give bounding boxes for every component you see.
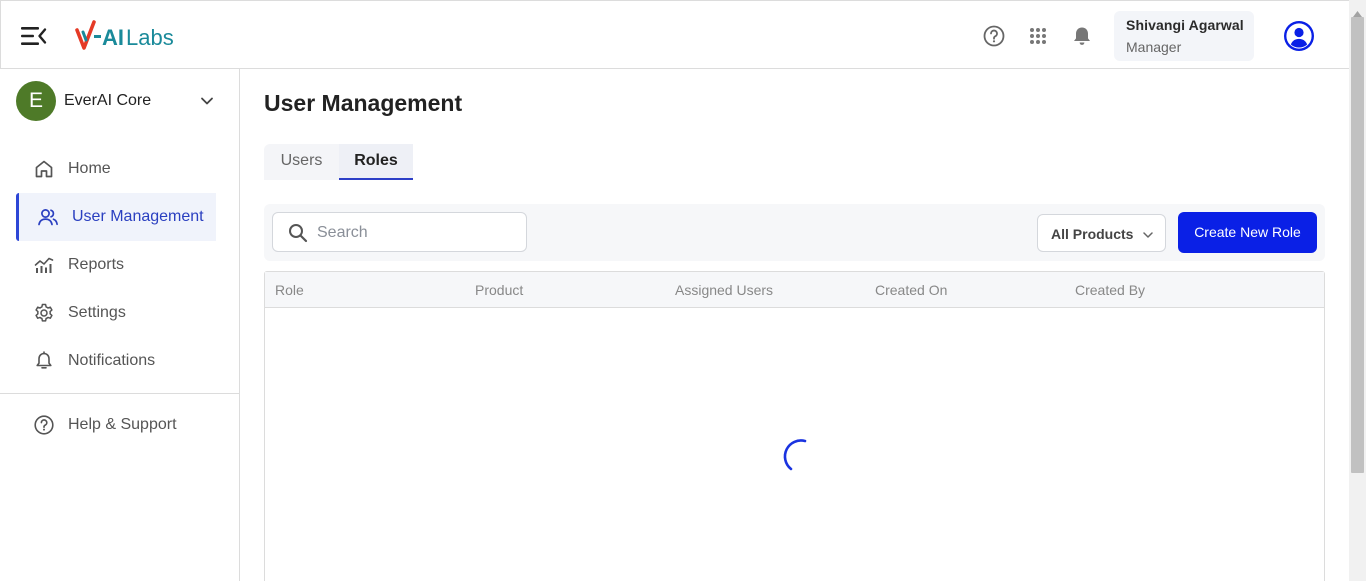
sidebar-item-settings[interactable]: Settings: [16, 289, 216, 337]
tab-roles[interactable]: Roles: [339, 144, 413, 180]
help-icon[interactable]: [981, 23, 1007, 49]
scrollbar-thumb[interactable]: [1351, 17, 1364, 473]
chevron-down-icon: [1142, 228, 1154, 240]
bell-icon: [33, 350, 55, 372]
table-toolbar: All Products Create New Role: [264, 204, 1325, 261]
table-header: Role Product Assigned Users Created On C…: [265, 272, 1324, 308]
search-icon: [288, 223, 308, 243]
sidebar-nav: Home User Management Reports Settings No…: [16, 145, 216, 385]
column-header-created-by[interactable]: Created By: [1075, 282, 1145, 298]
sidebar-item-help-support[interactable]: Help & Support: [16, 401, 216, 449]
app-root: AI Labs Shivangi Agarwal Manager E EverA…: [0, 0, 1366, 581]
column-header-assigned-users[interactable]: Assigned Users: [675, 282, 773, 298]
scroll-up-arrow-icon[interactable]: [1353, 4, 1362, 17]
user-role: Manager: [1126, 39, 1182, 55]
sidebar-item-label: Help & Support: [68, 416, 177, 433]
user-menu[interactable]: Shivangi Agarwal Manager: [1114, 11, 1254, 61]
sidebar-item-label: Home: [68, 160, 111, 177]
org-avatar: E: [16, 81, 56, 121]
help-icon: [33, 414, 55, 436]
create-new-role-button[interactable]: Create New Role: [1178, 212, 1317, 253]
sidebar-item-label: Reports: [68, 256, 125, 273]
org-name: EverAI Core: [64, 92, 152, 109]
page-title: User Management: [264, 90, 463, 116]
column-header-product[interactable]: Product: [475, 282, 523, 298]
sidebar-item-home[interactable]: Home: [16, 145, 216, 193]
reports-icon: [33, 254, 55, 276]
chevron-down-icon: [199, 93, 215, 109]
product-filter-dropdown[interactable]: All Products: [1037, 214, 1166, 252]
roles-table: Role Product Assigned Users Created On C…: [264, 271, 1325, 581]
column-header-created-on[interactable]: Created On: [875, 282, 947, 298]
home-icon: [33, 158, 55, 180]
sidebar-divider: [0, 393, 239, 394]
gear-icon: [33, 302, 55, 324]
menu-collapse-icon[interactable]: [21, 25, 47, 47]
sidebar-item-user-management[interactable]: User Management: [16, 193, 216, 241]
svg-text:AI: AI: [102, 25, 124, 50]
sidebar-item-label: Settings: [68, 304, 126, 321]
user-avatar-icon[interactable]: [1283, 20, 1315, 52]
sidebar-item-label: User Management: [72, 208, 204, 225]
users-icon: [37, 206, 59, 228]
product-filter-label: All Products: [1051, 226, 1134, 242]
tab-users[interactable]: Users: [264, 144, 339, 180]
top-bar: AI Labs Shivangi Agarwal Manager: [0, 0, 1349, 69]
search-box[interactable]: [272, 212, 527, 252]
column-header-role[interactable]: Role: [275, 282, 304, 298]
sidebar-item-reports[interactable]: Reports: [16, 241, 216, 289]
loading-spinner-icon: [775, 434, 815, 474]
apps-grid-icon[interactable]: [1025, 23, 1051, 49]
sidebar: E EverAI Core Home User Management Repor…: [0, 69, 240, 581]
svg-text:Labs: Labs: [126, 25, 174, 50]
sidebar-item-label: Notifications: [68, 352, 156, 369]
brand-logo[interactable]: AI Labs: [75, 20, 179, 52]
org-switcher[interactable]: E EverAI Core: [16, 81, 221, 121]
user-name: Shivangi Agarwal: [1126, 17, 1244, 33]
page-scrollbar[interactable]: [1349, 0, 1366, 581]
tab-bar: Users Roles: [264, 144, 413, 180]
sidebar-item-notifications[interactable]: Notifications: [16, 337, 216, 385]
bell-icon[interactable]: [1069, 23, 1095, 49]
search-input[interactable]: [317, 222, 517, 244]
